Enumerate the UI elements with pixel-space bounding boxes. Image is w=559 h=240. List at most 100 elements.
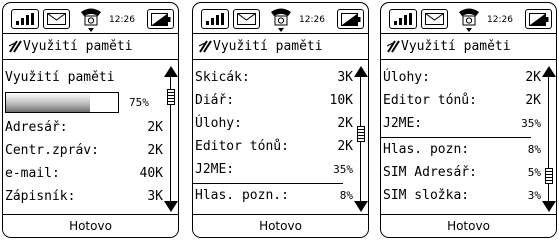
envelope-icon — [233, 9, 260, 29]
memory-icon — [9, 40, 22, 53]
clock-time: 12:26 — [109, 15, 135, 25]
memory-icon — [387, 40, 400, 53]
list-item[interactable]: J2ME: 35% — [383, 114, 541, 136]
item-label: SIM složka: — [383, 188, 470, 203]
item-value: 8% — [527, 143, 541, 156]
memory-usage-label: Využití paměti — [5, 70, 115, 85]
memory-icon — [199, 40, 212, 53]
divider — [193, 183, 343, 184]
item-value: 35% — [521, 117, 541, 130]
phone-icon — [455, 3, 483, 33]
scroll-up-arrow-icon[interactable] — [164, 66, 178, 77]
item-label: Úlohy: — [195, 116, 242, 131]
done-button[interactable]: Hotovo — [381, 214, 556, 237]
scrollbar[interactable] — [164, 66, 178, 212]
item-label: Hlas. pozn.: — [195, 188, 289, 203]
memory-usage-label-row: Využití paměti — [5, 68, 163, 90]
list-item[interactable]: Hlas. pozn.: 8% — [195, 186, 353, 208]
item-label: Editor tónů: — [195, 139, 289, 154]
scroll-up-arrow-icon[interactable] — [542, 66, 556, 77]
battery-icon — [147, 9, 174, 29]
scrollbar-thumb[interactable] — [357, 125, 365, 142]
list-item[interactable]: Adresář: 2K — [5, 118, 163, 140]
item-label: Úlohy: — [383, 70, 430, 85]
list-item[interactable]: Zápisník: 3K — [5, 187, 163, 209]
list-item[interactable]: SIM složka: 3% — [383, 186, 541, 208]
clock-time: 12:26 — [299, 15, 325, 25]
phone-screen-1: 12:26 Využití paměti Využití paměti 75% … — [2, 2, 179, 238]
item-label: e-mail: — [5, 166, 60, 181]
envelope-icon — [43, 9, 70, 29]
item-label: Skicák: — [195, 70, 250, 85]
scrollbar[interactable] — [542, 66, 556, 212]
item-value: 10K — [329, 93, 353, 108]
item-label: Centr.zpráv: — [5, 143, 99, 158]
progress-fill — [6, 93, 90, 112]
item-value: 35% — [333, 163, 353, 176]
list-item[interactable]: SIM Adresář: 5% — [383, 163, 541, 185]
status-bar: 12:26 — [193, 3, 368, 33]
signal-strength-icon — [11, 9, 39, 29]
battery-icon — [337, 9, 364, 29]
list-item[interactable]: Skicák: 3K — [195, 68, 353, 90]
item-label: J2ME: — [195, 162, 235, 177]
screen-title: Využití paměti — [213, 39, 323, 54]
phone-icon — [267, 3, 295, 33]
done-button[interactable]: Hotovo — [193, 214, 368, 237]
title-bar: Využití paměti — [3, 33, 178, 60]
item-label: J2ME: — [383, 116, 423, 131]
list-item[interactable]: Diář: 10K — [195, 91, 353, 113]
item-value: 2K — [525, 70, 541, 85]
item-label: Hlas. pozn: — [383, 142, 470, 157]
item-value: 3K — [337, 70, 353, 85]
envelope-icon — [421, 9, 448, 29]
status-bar: 12:26 — [381, 3, 556, 33]
scrollbar-thumb[interactable] — [167, 88, 175, 105]
signal-strength-icon — [389, 9, 417, 29]
list-item[interactable]: J2ME: 35% — [195, 160, 353, 182]
item-value: 40K — [139, 166, 163, 181]
item-value: 2K — [337, 116, 353, 131]
scrollbar-thumb[interactable] — [545, 168, 553, 185]
item-value: 2K — [525, 93, 541, 108]
title-bar: Využití paměti — [193, 33, 368, 60]
scroll-down-arrow-icon[interactable] — [354, 201, 368, 212]
phone-screen-3: 12:26 Využití paměti Úlohy: 2K Editor tó… — [380, 2, 557, 238]
item-value: 8% — [339, 189, 353, 202]
item-value: 2K — [337, 139, 353, 154]
scroll-down-arrow-icon[interactable] — [164, 201, 178, 212]
item-label: Editor tónů: — [383, 93, 477, 108]
list-item[interactable]: Centr.zpráv: 2K — [5, 141, 163, 163]
list-item[interactable]: Úlohy: 2K — [383, 68, 541, 90]
item-label: Diář: — [195, 93, 235, 108]
scrollbar[interactable] — [354, 66, 368, 212]
list-item[interactable]: e-mail: 40K — [5, 164, 163, 186]
item-value: 2K — [147, 143, 163, 158]
battery-icon — [525, 9, 552, 29]
list-item[interactable]: Úlohy: 2K — [195, 114, 353, 136]
divider — [381, 137, 531, 138]
phone-screen-2: 12:26 Využití paměti Skicák: 3K Diář: 10… — [192, 2, 369, 238]
list-item[interactable]: Editor tónů: 2K — [383, 91, 541, 113]
item-label: Zápisník: — [5, 189, 76, 204]
item-value: 2K — [147, 120, 163, 135]
done-button[interactable]: Hotovo — [3, 214, 178, 237]
progress-percent: 75% — [129, 96, 149, 109]
item-label: Adresář: — [5, 120, 68, 135]
status-bar: 12:26 — [3, 3, 178, 33]
clock-time: 12:26 — [487, 15, 513, 25]
title-bar: Využití paměti — [381, 33, 556, 60]
item-value: 5% — [527, 166, 541, 179]
scroll-down-arrow-icon[interactable] — [542, 201, 556, 212]
memory-progress-bar — [5, 92, 119, 113]
scroll-up-arrow-icon[interactable] — [354, 66, 368, 77]
list-item[interactable]: Hlas. pozn: 8% — [383, 140, 541, 162]
phone-icon — [77, 3, 105, 33]
item-label: SIM Adresář: — [383, 165, 477, 180]
screen-title: Využití paměti — [23, 39, 133, 54]
screen-title: Využití paměti — [401, 39, 511, 54]
item-value: 3K — [147, 189, 163, 204]
signal-strength-icon — [201, 9, 229, 29]
item-value: 3% — [527, 189, 541, 202]
list-item[interactable]: Editor tónů: 2K — [195, 137, 353, 159]
